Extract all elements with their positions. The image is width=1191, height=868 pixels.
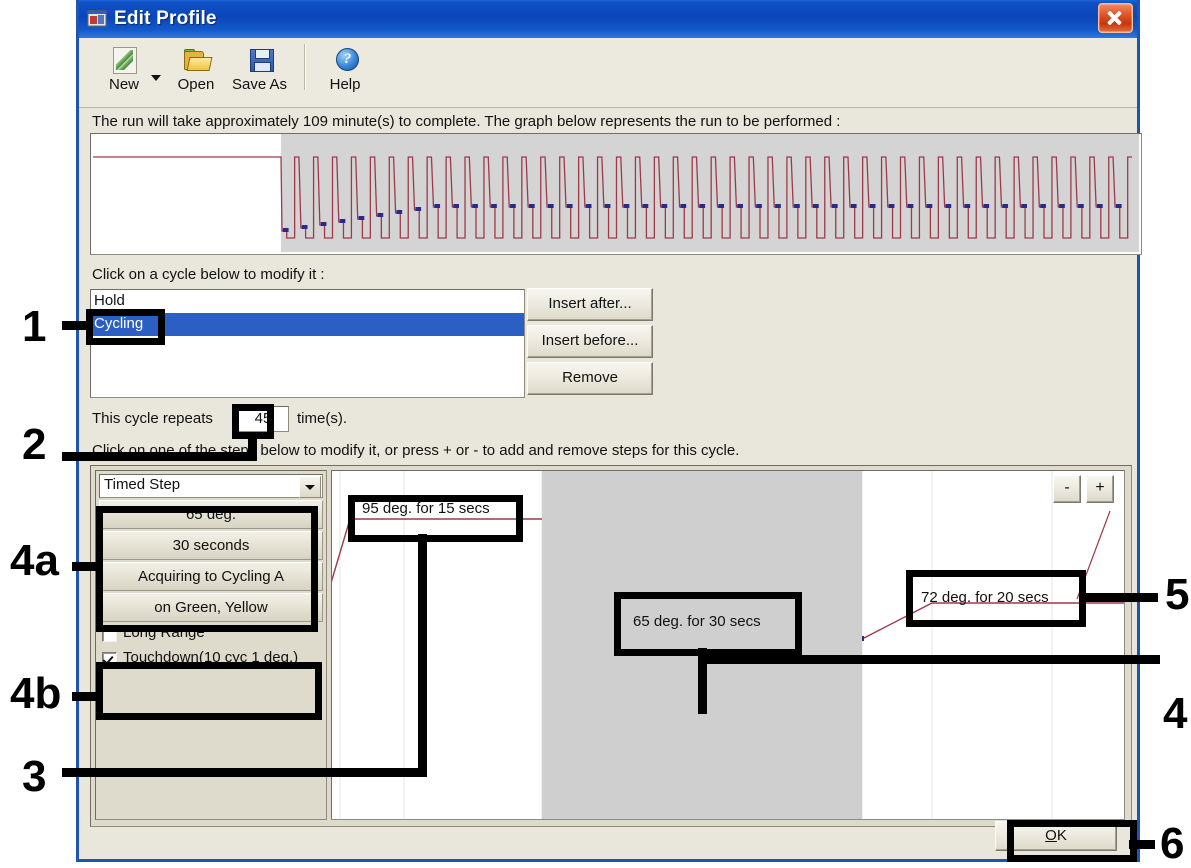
open-button-label: Open bbox=[177, 76, 215, 93]
long-range-checkbox-row[interactable]: Long Range bbox=[102, 624, 205, 642]
run-overview-graph[interactable] bbox=[90, 133, 1142, 255]
repeats-suffix-label: time(s). bbox=[297, 410, 347, 427]
step-type-dropdown[interactable]: Timed Step bbox=[99, 474, 323, 498]
click-steps-label: Click on one of the steps below to modif… bbox=[92, 442, 740, 459]
open-folder-icon bbox=[181, 46, 213, 74]
graph-label-anneal: 65 deg. for 30 secs bbox=[633, 613, 761, 630]
chevron-down-icon[interactable] bbox=[299, 476, 321, 498]
new-button-label: New bbox=[108, 76, 139, 93]
zoom-in-button[interactable]: + bbox=[1086, 475, 1114, 503]
app-window-icon bbox=[87, 9, 107, 29]
chevron-down-icon[interactable] bbox=[151, 74, 161, 81]
long-range-label: Long Range bbox=[123, 624, 205, 641]
close-icon[interactable] bbox=[1098, 3, 1133, 33]
step-acquisition-button[interactable]: Acquiring to Cycling A bbox=[99, 562, 323, 591]
touchdown-checkbox-row[interactable]: Touchdown(10 cyc 1 deg.) bbox=[102, 649, 318, 667]
repeats-prefix-label: This cycle repeats bbox=[92, 410, 213, 427]
new-document-icon bbox=[109, 46, 139, 74]
cycle-list-item-hold[interactable]: Hold bbox=[91, 290, 524, 313]
help-question-icon: ? bbox=[330, 46, 360, 74]
ok-suffix: K bbox=[1056, 827, 1067, 844]
open-button[interactable]: Open bbox=[167, 44, 225, 93]
new-button[interactable]: New bbox=[95, 44, 153, 93]
graph-label-extend: 72 deg. for 20 secs bbox=[921, 589, 1049, 606]
checkbox-checked-icon[interactable] bbox=[102, 652, 117, 667]
help-button-label: Help bbox=[329, 76, 361, 93]
run-summary-text: The run will take approximately 109 minu… bbox=[92, 113, 841, 130]
help-button[interactable]: ? Help bbox=[316, 44, 374, 93]
insert-after-button[interactable]: Insert after... bbox=[527, 288, 653, 321]
ok-button[interactable]: OK bbox=[995, 821, 1117, 851]
annotation-number-4b: 4b bbox=[10, 669, 62, 718]
save-as-button-label: Save As bbox=[232, 76, 288, 93]
zoom-out-button[interactable]: - bbox=[1053, 475, 1081, 503]
annotation-number-3: 3 bbox=[22, 752, 47, 801]
step-temperature-button[interactable]: 65 deg. bbox=[99, 500, 323, 529]
step-properties-column: Timed Step 65 deg. 30 seconds Acquiring … bbox=[95, 470, 327, 820]
annotation-number-5: 5 bbox=[1165, 570, 1190, 619]
overview-graph-svg bbox=[93, 134, 1139, 252]
annotation-number-6: 6 bbox=[1160, 819, 1185, 868]
step-channels-button[interactable]: on Green, Yellow bbox=[99, 593, 323, 622]
click-cycle-label: Click on a cycle below to modify it : bbox=[92, 266, 325, 283]
annotation-number-4a: 4a bbox=[10, 536, 59, 585]
step-profile-graph[interactable]: - + bbox=[331, 470, 1125, 820]
save-as-button[interactable]: Save As bbox=[225, 44, 294, 93]
window-title: Edit Profile bbox=[114, 8, 217, 29]
annotation-number-1: 1 bbox=[22, 302, 47, 351]
step-editor-panel: Timed Step 65 deg. 30 seconds Acquiring … bbox=[90, 465, 1132, 827]
selected-step-highlight bbox=[542, 471, 862, 819]
cycle-list-item-cycling[interactable]: Cycling bbox=[91, 313, 524, 336]
ok-accelerator: O bbox=[1045, 827, 1057, 844]
graph-label-denature: 95 deg. for 15 secs bbox=[362, 500, 490, 517]
toolbar: New Open Save As ? Help bbox=[79, 38, 1137, 108]
cycle-list[interactable]: Hold Cycling bbox=[90, 289, 525, 398]
annotation-number-2: 2 bbox=[22, 420, 47, 469]
touchdown-label: Touchdown(10 cyc 1 deg.) bbox=[123, 649, 299, 666]
floppy-disk-icon bbox=[245, 46, 275, 74]
window-client-area: New Open Save As ? Help The run will tak… bbox=[79, 38, 1142, 859]
edit-profile-window: Edit Profile New Open Save As ? Help The… bbox=[76, 0, 1142, 862]
step-duration-button[interactable]: 30 seconds bbox=[99, 531, 323, 560]
title-bar: Edit Profile bbox=[79, 0, 1137, 38]
remove-button[interactable]: Remove bbox=[527, 362, 653, 395]
insert-before-button[interactable]: Insert before... bbox=[527, 325, 653, 358]
annotation-number-4: 4 bbox=[1163, 689, 1188, 738]
checkbox-icon[interactable] bbox=[102, 627, 117, 642]
step-type-value: Timed Step bbox=[104, 476, 181, 493]
cycle-repeats-input[interactable]: 45 bbox=[237, 406, 289, 432]
toolbar-separator bbox=[304, 44, 307, 90]
